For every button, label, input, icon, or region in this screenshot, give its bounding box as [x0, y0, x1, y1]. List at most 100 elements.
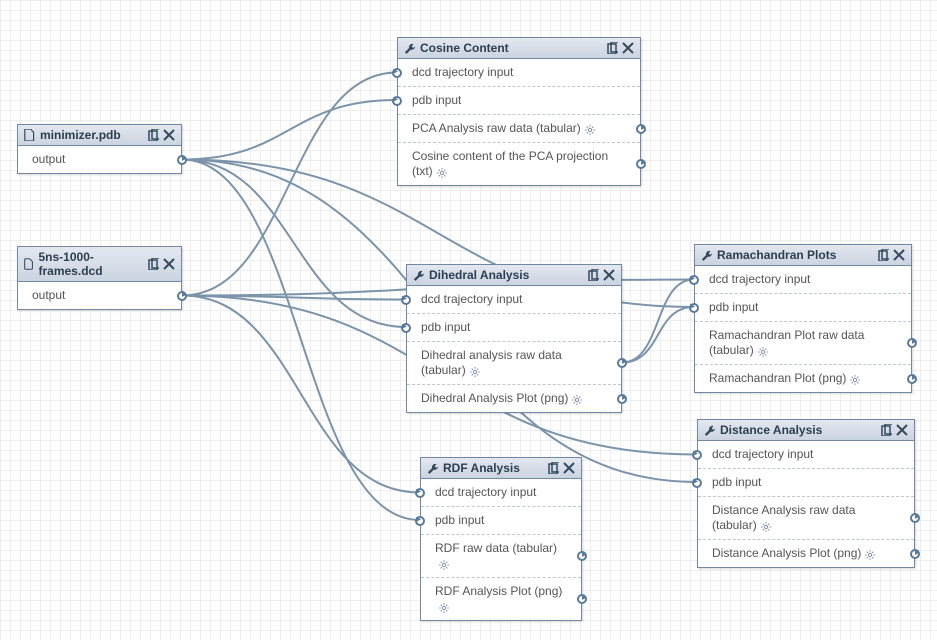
output-port[interactable] [577, 551, 587, 561]
node-header[interactable]: Ramachandran Plots [695, 245, 911, 266]
input-row: dcd trajectory input [421, 479, 581, 506]
close-icon[interactable] [563, 462, 575, 474]
node-dihedral[interactable]: Dihedral Analysisdcd trajectory inputpdb… [406, 264, 622, 413]
output-port[interactable] [177, 291, 187, 301]
node-rdf[interactable]: RDF Analysisdcd trajectory inputpdb inpu… [420, 457, 582, 621]
row-label: dcd trajectory input [712, 447, 813, 461]
close-icon[interactable] [893, 249, 905, 261]
node-minimizer[interactable]: minimizer.pdb output [17, 124, 182, 174]
duplicate-icon[interactable] [880, 424, 892, 436]
close-icon[interactable] [896, 424, 908, 436]
edge[interactable] [182, 73, 397, 296]
output-port[interactable] [907, 374, 917, 384]
node-cosine[interactable]: Cosine Contentdcd trajectory inputpdb in… [397, 37, 641, 186]
duplicate-icon[interactable] [587, 269, 599, 281]
close-icon[interactable] [603, 269, 615, 281]
node-title: Distance Analysis [720, 423, 876, 437]
output-port[interactable] [617, 358, 627, 368]
node-header[interactable]: 5ns-1000-frames.dcd [18, 247, 181, 282]
node-title: RDF Analysis [443, 461, 543, 475]
edge[interactable] [182, 100, 397, 160]
row-label: Dihedral analysis raw data (tabular) [421, 348, 562, 377]
edge[interactable] [182, 160, 406, 328]
edge[interactable] [622, 280, 694, 363]
node-title: 5ns-1000-frames.dcd [39, 250, 144, 278]
row-label: dcd trajectory input [435, 485, 536, 499]
close-icon[interactable] [622, 42, 634, 54]
row-label: RDF raw data (tabular) [435, 541, 557, 555]
output-port[interactable] [910, 513, 920, 523]
output-port[interactable] [910, 549, 920, 559]
duplicate-icon[interactable] [877, 249, 889, 261]
row-label: pdb input [712, 475, 761, 489]
gear-icon [585, 124, 595, 134]
output-port[interactable] [636, 124, 646, 134]
wrench-icon [701, 249, 713, 261]
input-row: dcd trajectory input [698, 441, 914, 468]
input-port[interactable] [692, 450, 702, 460]
wrench-icon [704, 424, 716, 436]
output-port[interactable] [177, 155, 187, 165]
input-port[interactable] [401, 295, 411, 305]
input-row: pdb input [398, 86, 640, 114]
node-title: Ramachandran Plots [717, 248, 873, 262]
row-label: pdb input [709, 300, 758, 314]
node-header[interactable]: Distance Analysis [698, 420, 914, 441]
node-header[interactable]: minimizer.pdb [18, 125, 181, 146]
node-distance[interactable]: Distance Analysis dcd trajectory input pdb… [697, 419, 915, 568]
output-row: Distance Analysis Plot (png) [698, 539, 914, 567]
input-row: pdb input [407, 313, 621, 341]
input-port[interactable] [689, 303, 699, 313]
row-label: Distance Analysis Plot (png) [712, 546, 861, 560]
row-label: pdb input [412, 93, 461, 107]
output-port[interactable] [577, 594, 587, 604]
output-port[interactable] [636, 159, 646, 169]
input-port[interactable] [401, 323, 411, 333]
output-row: Distance Analysis raw data (tabular) [698, 496, 914, 539]
duplicate-icon[interactable] [147, 258, 159, 270]
wrench-icon [413, 269, 425, 281]
close-icon[interactable] [163, 258, 175, 270]
duplicate-icon[interactable] [147, 129, 159, 141]
gear-icon [761, 521, 771, 531]
workflow-canvas[interactable]: minimizer.pdb output 5ns-1000-frames.dcdou… [0, 0, 937, 640]
input-row: pdb input [695, 293, 911, 321]
input-port[interactable] [692, 478, 702, 488]
row-label: Dihedral Analysis Plot (png) [421, 391, 568, 405]
output-row: Dihedral Analysis Plot (png) [407, 384, 621, 412]
node-title: minimizer.pdb [40, 128, 143, 142]
input-port[interactable] [689, 275, 699, 285]
edge[interactable] [182, 296, 420, 493]
duplicate-icon[interactable] [606, 42, 618, 54]
input-port[interactable] [392, 96, 402, 106]
node-header[interactable]: Dihedral Analysis [407, 265, 621, 286]
node-rama[interactable]: Ramachandran Plots dcd trajectory input pd… [694, 244, 912, 393]
output-row: output [18, 146, 181, 173]
file-icon [24, 258, 35, 270]
output-port[interactable] [617, 394, 627, 404]
output-row: Ramachandran Plot raw data (tabular) [695, 321, 911, 364]
node-header[interactable]: Cosine Content [398, 38, 640, 59]
row-label: output [32, 152, 65, 166]
edge[interactable] [622, 307, 694, 363]
node-frames[interactable]: 5ns-1000-frames.dcdoutput [17, 246, 182, 310]
row-label: pdb input [421, 320, 470, 334]
gear-icon [439, 559, 449, 569]
input-row: dcd trajectory input [695, 266, 911, 293]
node-title: Dihedral Analysis [429, 268, 583, 282]
input-port[interactable] [415, 488, 425, 498]
output-port[interactable] [907, 338, 917, 348]
input-port[interactable] [392, 68, 402, 78]
edge[interactable] [182, 160, 420, 521]
node-header[interactable]: RDF Analysis [421, 458, 581, 479]
row-label: Distance Analysis raw data (tabular) [712, 503, 855, 532]
gear-icon [865, 549, 875, 559]
output-row: Dihedral analysis raw data (tabular) [407, 341, 621, 384]
edge[interactable] [182, 296, 406, 300]
output-row: RDF raw data (tabular) [421, 534, 581, 577]
duplicate-icon[interactable] [547, 462, 559, 474]
close-icon[interactable] [163, 129, 175, 141]
input-port[interactable] [415, 516, 425, 526]
row-label: PCA Analysis raw data (tabular) [412, 121, 581, 135]
gear-icon [572, 394, 582, 404]
